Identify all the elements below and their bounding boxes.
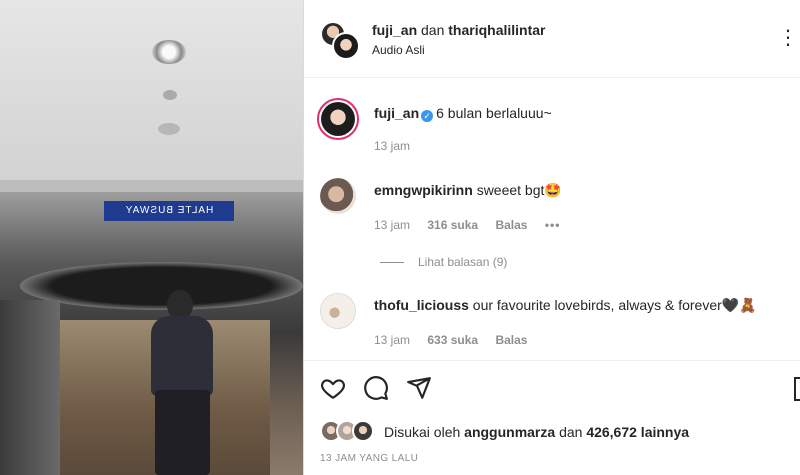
post-timestamp: 13 JAM YANG LALU	[320, 453, 419, 464]
avatar	[332, 32, 360, 60]
audio-link[interactable]: Audio Asli	[372, 43, 425, 57]
view-replies-button[interactable]: Lihat balasan (9)	[380, 255, 507, 269]
comment-body: our favourite lovebirds, always & foreve…	[472, 297, 757, 313]
comment-text: thofu_liciouss our favourite lovebirds, …	[374, 297, 757, 314]
caption-username[interactable]: fuji_an	[374, 105, 419, 121]
comment-likes[interactable]: 633 suka	[427, 333, 478, 347]
likes-connector: dan	[559, 424, 583, 440]
media-ceiling-edge	[0, 180, 303, 192]
post-media-video[interactable]: HALTE BUSWAY	[0, 0, 303, 475]
caption-text: fuji_an ✓ 6 bulan berlaluuu~	[374, 105, 552, 122]
caption-meta: 13 jam	[374, 139, 424, 153]
author-link[interactable]: fuji_an	[372, 22, 417, 38]
comment-username[interactable]: emngwpikirinn	[374, 182, 473, 198]
likes-count[interactable]: 426,672 lainnya	[586, 424, 689, 440]
action-bar	[304, 360, 800, 416]
comment-icon[interactable]	[363, 375, 389, 401]
caption-time: 13 jam	[374, 139, 411, 153]
comment-body: sweeet bgt🤩	[476, 182, 562, 198]
replies-divider	[380, 262, 404, 264]
likes-text: Disukai oleh anggunmarza dan 426,672 lai…	[384, 424, 689, 440]
view-replies-label: Lihat balasan (9)	[418, 255, 508, 269]
caption-body: 6 bulan berlaluuu~	[436, 105, 552, 121]
likes-summary: Disukai oleh anggunmarza dan 426,672 lai…	[320, 420, 800, 444]
media-ceiling	[0, 0, 303, 185]
avatar[interactable]	[320, 178, 356, 214]
media-ceiling-sensor	[163, 90, 177, 100]
post-authors: fuji_an dan thariqhalilintar	[372, 22, 546, 38]
bookmark-icon[interactable]	[794, 377, 800, 401]
comment-username[interactable]: thofu_liciouss	[374, 297, 469, 313]
media-wall	[0, 300, 60, 475]
author-link[interactable]: thariqhalilintar	[448, 22, 545, 38]
reply-button[interactable]: Balas	[495, 333, 527, 347]
liker-avatars	[320, 420, 380, 442]
avatar	[352, 420, 374, 442]
comment-time: 13 jam	[374, 218, 411, 232]
comment-more-icon[interactable]: •••	[545, 218, 561, 232]
comment-meta: 13 jam 633 suka Balas	[374, 333, 541, 347]
comment-time: 13 jam	[374, 333, 411, 347]
comment-text: emngwpikirinn sweeet bgt🤩	[374, 182, 562, 199]
media-sign: HALTE BUSWAY	[104, 201, 234, 221]
heart-icon[interactable]	[320, 375, 346, 401]
comment-meta: 13 jam 316 suka Balas •••	[374, 218, 574, 232]
avatar[interactable]	[320, 293, 356, 329]
share-icon[interactable]	[406, 375, 432, 401]
media-ceiling-light-small	[158, 123, 180, 135]
reply-button[interactable]: Balas	[495, 218, 527, 232]
liker-username[interactable]: anggunmarza	[464, 424, 555, 440]
likes-prefix: Disukai oleh	[384, 424, 461, 440]
collab-avatars[interactable]	[320, 21, 360, 60]
avatar[interactable]	[317, 98, 359, 140]
more-options-icon[interactable]: ⋮	[778, 24, 800, 52]
comment-likes[interactable]: 316 suka	[427, 218, 478, 232]
post-sidebar: fuji_an dan thariqhalilintar Audio Asli …	[304, 0, 800, 475]
post-header: fuji_an dan thariqhalilintar Audio Asli …	[304, 0, 800, 78]
media-person	[145, 290, 220, 475]
verified-badge-icon: ✓	[421, 110, 434, 122]
media-ceiling-light	[152, 40, 186, 64]
authors-connector: dan	[421, 22, 445, 38]
